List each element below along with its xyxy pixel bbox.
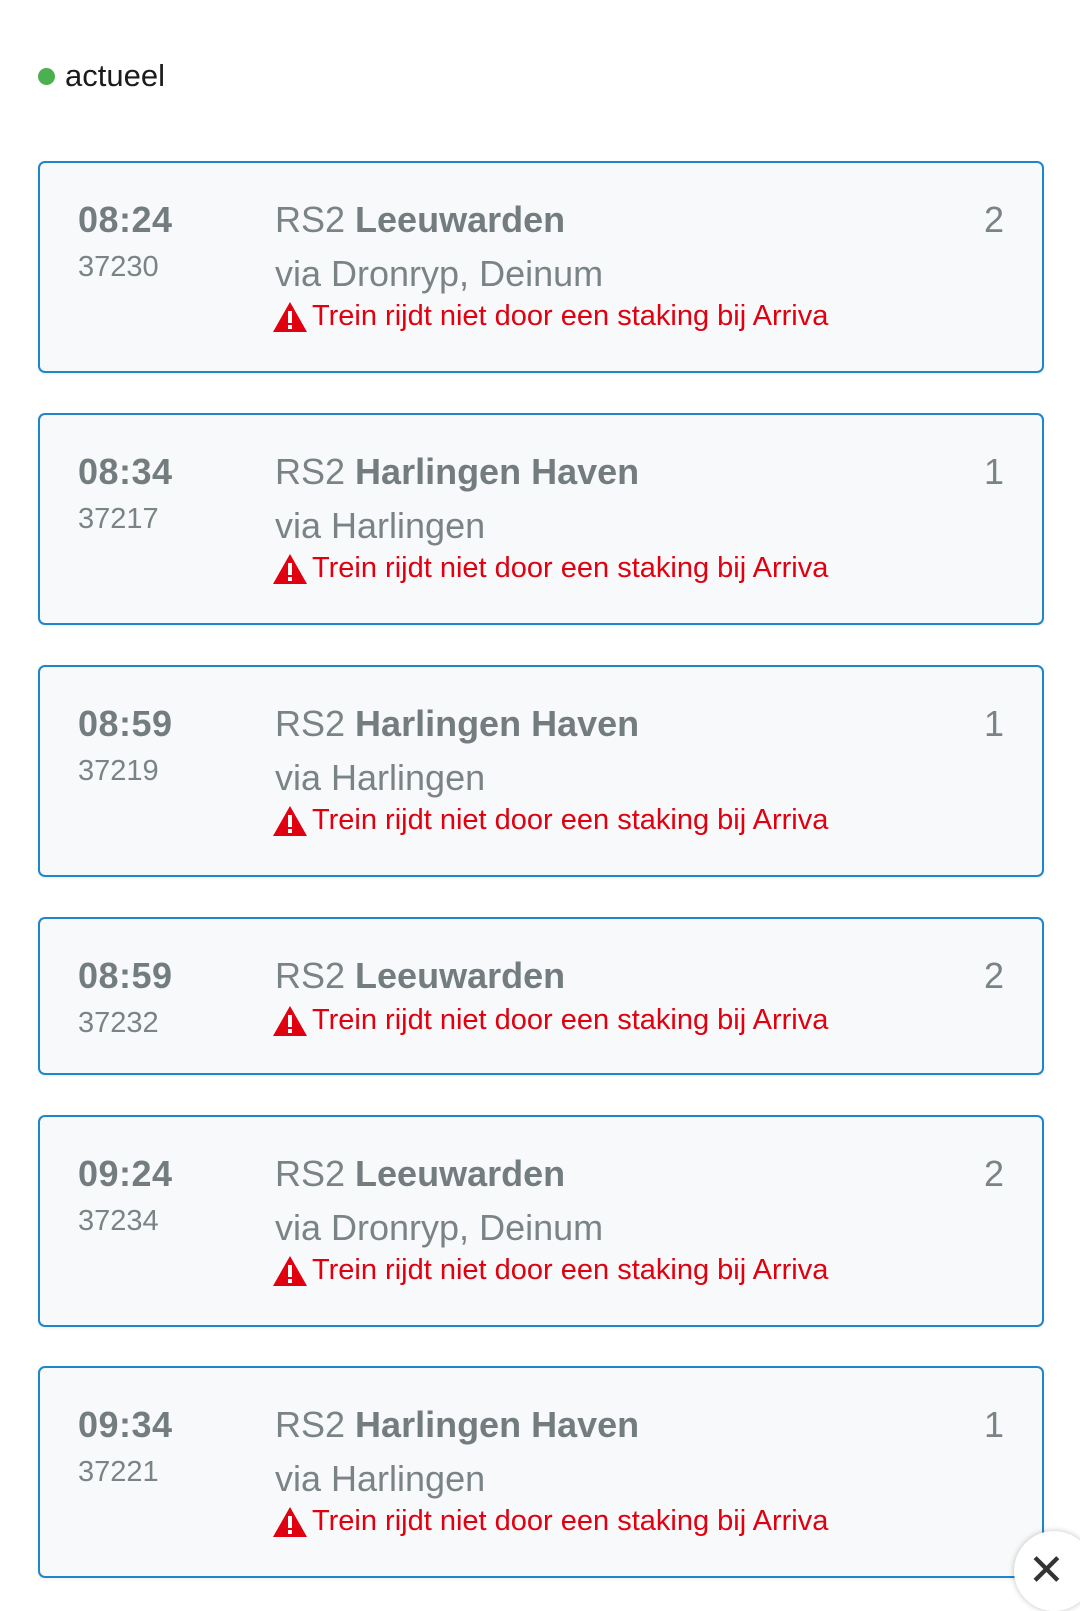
departure-time: 09:24: [78, 1153, 173, 1194]
destination: RS2 Harlingen Haven: [275, 1404, 639, 1446]
warning-triangle-icon: [273, 1255, 307, 1286]
via-stations: via Dronryp, Deinum: [275, 1207, 604, 1248]
track-number: 1: [983, 1404, 1004, 1445]
destination: RS2 Leeuwarden: [275, 1153, 565, 1195]
disruption-text: Trein rijdt niet door een staking bij Ar…: [312, 1004, 829, 1036]
disruption-text: Trein rijdt niet door een staking bij Ar…: [312, 1505, 829, 1537]
train-number: 37217: [78, 503, 159, 535]
departure-time: 08:59: [78, 703, 173, 744]
destination: RS2 Harlingen Haven: [275, 703, 639, 745]
departure-card[interactable]: 08:34 37217 RS2 Harlingen Haven via Harl…: [38, 413, 1044, 625]
warning-triangle-icon: [273, 1005, 307, 1036]
departure-time: 09:34: [78, 1404, 173, 1445]
track-number: 1: [983, 703, 1004, 744]
track-number: 2: [983, 199, 1004, 240]
track-number: 1: [983, 451, 1004, 492]
destination-name: Harlingen Haven: [355, 1404, 640, 1445]
line-code: RS2: [275, 1404, 346, 1445]
train-number: 37219: [78, 755, 159, 787]
departure-card[interactable]: 09:24 37234 RS2 Leeuwarden via Dronryp, …: [38, 1115, 1044, 1327]
warning-triangle-icon: [273, 301, 307, 332]
via-stations: via Harlingen: [275, 1458, 486, 1499]
train-number: 37234: [78, 1205, 159, 1237]
destination-name: Harlingen Haven: [355, 703, 640, 744]
status-dot-icon: [38, 67, 55, 85]
via-stations: via Harlingen: [275, 505, 486, 546]
via-stations: via Dronryp, Deinum: [275, 253, 604, 294]
line-code: RS2: [275, 451, 346, 492]
destination-name: Leeuwarden: [355, 1153, 566, 1194]
line-code: RS2: [275, 199, 346, 240]
line-code: RS2: [275, 703, 346, 744]
disruption-text: Trein rijdt niet door een staking bij Ar…: [312, 804, 829, 836]
departure-time: 08:24: [78, 199, 173, 240]
destination: RS2 Leeuwarden: [275, 199, 565, 241]
train-number: 37230: [78, 251, 159, 283]
departure-card[interactable]: 08:24 37230 RS2 Leeuwarden via Dronryp, …: [38, 161, 1044, 373]
warning-triangle-icon: [273, 805, 307, 836]
track-number: 2: [983, 955, 1004, 996]
line-code: RS2: [275, 955, 346, 996]
train-number: 37221: [78, 1456, 159, 1488]
warning-triangle-icon: [273, 1506, 307, 1537]
departure-card[interactable]: 08:59 37219 RS2 Harlingen Haven via Harl…: [38, 665, 1044, 877]
disruption-notice: Trein rijdt niet door een staking bij Ar…: [272, 552, 828, 585]
destination: RS2 Harlingen Haven: [275, 451, 639, 493]
status-indicator: actueel: [38, 58, 165, 94]
warning-triangle-icon: [273, 553, 307, 584]
departure-card[interactable]: 09:34 37221 RS2 Harlingen Haven via Harl…: [38, 1366, 1044, 1578]
departure-card[interactable]: 08:59 37232 RS2 Leeuwarden Trein rijdt n…: [38, 917, 1044, 1075]
train-number: 37232: [78, 1007, 159, 1039]
disruption-notice: Trein rijdt niet door een staking bij Ar…: [272, 300, 828, 333]
disruption-text: Trein rijdt niet door een staking bij Ar…: [312, 300, 829, 332]
disruption-notice: Trein rijdt niet door een staking bij Ar…: [272, 804, 828, 837]
line-code: RS2: [275, 1153, 346, 1194]
disruption-notice: Trein rijdt niet door een staking bij Ar…: [272, 1004, 828, 1037]
departure-time: 08:34: [78, 451, 173, 492]
disruption-text: Trein rijdt niet door een staking bij Ar…: [312, 1254, 829, 1286]
disruption-notice: Trein rijdt niet door een staking bij Ar…: [272, 1254, 828, 1287]
destination: RS2 Leeuwarden: [275, 955, 565, 997]
destination-name: Harlingen Haven: [355, 451, 640, 492]
status-label: actueel: [65, 58, 165, 93]
disruption-notice: Trein rijdt niet door een staking bij Ar…: [272, 1505, 828, 1538]
close-icon[interactable]: ✕: [1028, 1545, 1065, 1596]
close-button[interactable]: ✕: [1014, 1531, 1080, 1611]
disruption-text: Trein rijdt niet door een staking bij Ar…: [312, 552, 829, 584]
via-stations: via Harlingen: [275, 757, 486, 798]
departure-time: 08:59: [78, 955, 173, 996]
destination-name: Leeuwarden: [355, 199, 566, 240]
destination-name: Leeuwarden: [355, 955, 566, 996]
track-number: 2: [983, 1153, 1004, 1194]
